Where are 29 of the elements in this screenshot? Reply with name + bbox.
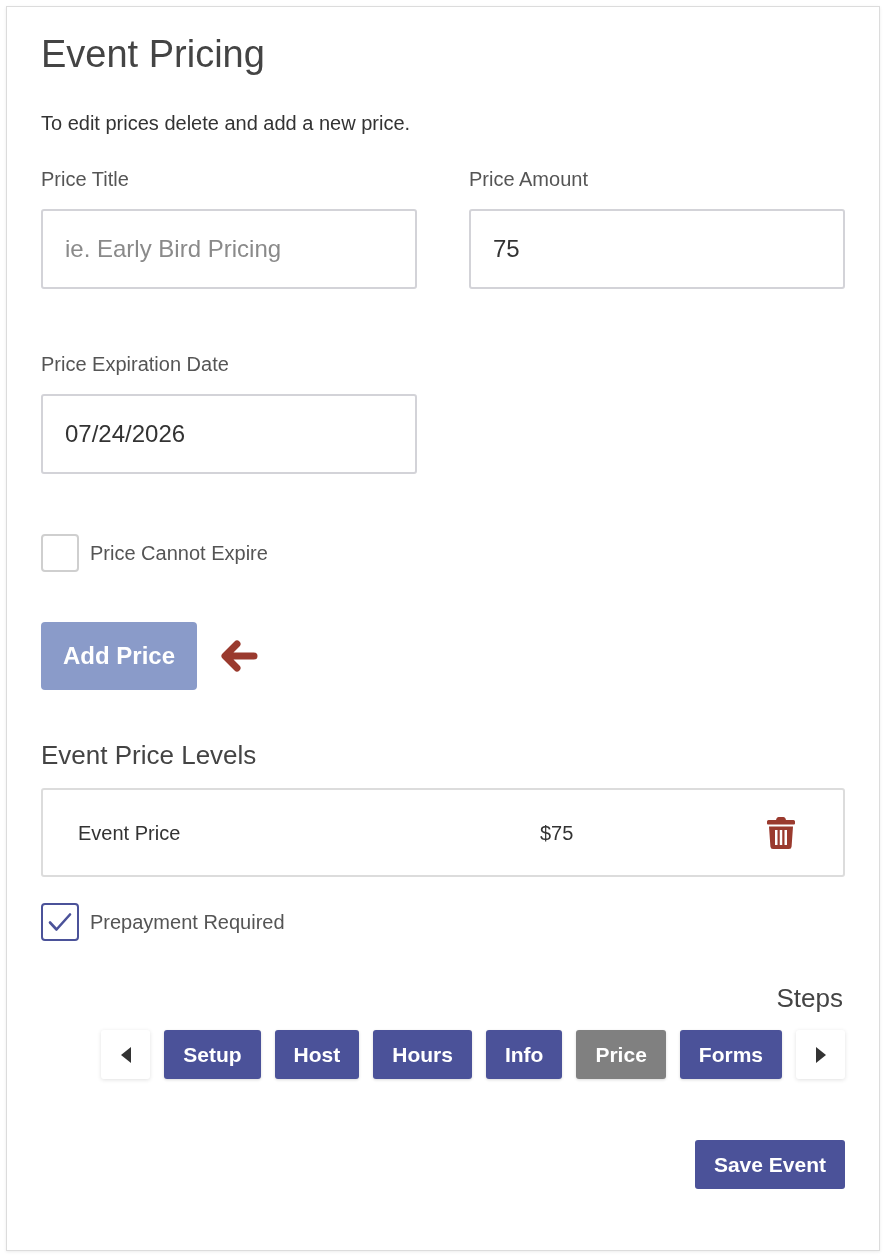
checkbox-label: Prepayment Required: [90, 910, 285, 934]
step-tab[interactable]: Forms: [679, 1030, 782, 1079]
step-tab[interactable]: Price: [576, 1030, 666, 1079]
input-field[interactable]: 07/24/2026: [41, 394, 417, 474]
field-label: Price Title: [41, 167, 129, 191]
left-arrow-icon: [220, 639, 259, 673]
left-triangle-icon: [119, 1046, 132, 1063]
step-tab[interactable]: Hours: [373, 1030, 472, 1079]
input-field[interactable]: 75: [469, 209, 845, 289]
save-event-button[interactable]: Save Event: [694, 1140, 845, 1189]
price-amount: $75: [540, 820, 574, 845]
step-tab[interactable]: Setup: [164, 1030, 261, 1079]
next-button[interactable]: [796, 1030, 845, 1079]
previous-button[interactable]: [101, 1030, 151, 1079]
checkmark-icon: [48, 912, 72, 932]
input-field[interactable]: ie. Early Bird Pricing: [41, 209, 417, 289]
trash-icon[interactable]: [767, 816, 795, 849]
field-label: Price Amount: [469, 167, 588, 191]
checkbox[interactable]: [41, 903, 79, 941]
right-triangle-icon: [814, 1046, 827, 1063]
checkbox-label: Price Cannot Expire: [90, 541, 268, 565]
instructions-text: To edit prices delete and add a new price.: [41, 111, 411, 135]
section-title: Event Price Levels: [41, 739, 257, 771]
field-label: Price Expiration Date: [41, 352, 229, 376]
price-name: Event Price: [78, 820, 181, 845]
page-title: Event Pricing: [41, 32, 265, 77]
steps-title: Steps: [776, 982, 843, 1014]
step-tab[interactable]: Info: [485, 1030, 563, 1079]
step-tab[interactable]: Host: [274, 1030, 360, 1079]
